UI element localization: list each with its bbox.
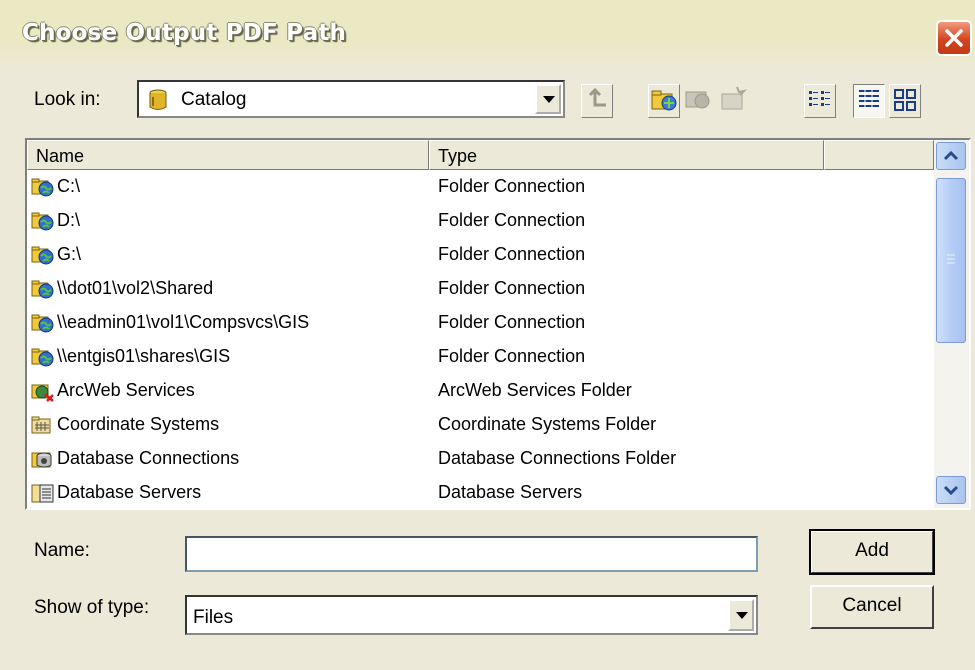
disconnect-folder-button[interactable] <box>682 84 714 118</box>
list-item[interactable]: G:\ Folder Connection <box>27 238 932 272</box>
show-of-type-combo[interactable]: Files <box>185 595 758 635</box>
thumbnails-view-button[interactable] <box>889 84 921 118</box>
coordinate-systems-icon <box>31 414 55 436</box>
scroll-thumb[interactable] <box>936 178 966 343</box>
list-item-name: C:\ <box>57 176 81 196</box>
list-item-type: Database Connections Folder <box>438 448 677 468</box>
look-in-dropdown-button[interactable] <box>535 84 561 114</box>
look-in-combo[interactable]: Catalog <box>137 80 565 118</box>
new-folder-icon <box>721 86 748 110</box>
list-item-type: Coordinate Systems Folder <box>438 414 657 434</box>
column-header-extra[interactable] <box>824 140 934 170</box>
list-view-icon <box>809 91 830 106</box>
database-servers-icon <box>31 482 55 504</box>
show-of-type-label: Show of type: <box>34 597 150 618</box>
list-view-button[interactable] <box>804 84 836 118</box>
list-item-type: Folder Connection <box>438 210 586 230</box>
list-item[interactable]: ArcWeb Services ArcWeb Services Folder <box>27 374 932 408</box>
look-in-label: Look in: <box>34 89 101 110</box>
list-item[interactable]: Database Connections Database Connections… <box>27 442 932 476</box>
folder-connection-icon <box>31 312 55 334</box>
close-button[interactable] <box>936 20 972 56</box>
thumbnails-view-icon <box>894 89 916 111</box>
cancel-button[interactable]: Cancel <box>810 585 934 629</box>
list-item-type: Folder Connection <box>438 312 586 332</box>
column-header-type[interactable]: Type <box>429 140 824 170</box>
vertical-scrollbar[interactable] <box>934 140 969 508</box>
list-item-name: Database Connections <box>57 448 240 468</box>
chevron-down-icon <box>736 612 748 619</box>
title-bar: Choose Output PDF Path <box>0 0 975 70</box>
disconnect-folder-icon <box>685 91 710 109</box>
up-arrow-icon <box>588 87 606 107</box>
list-item[interactable]: \\dot01\vol2\Shared Folder Connection <box>27 272 932 306</box>
database-connections-icon <box>31 448 55 470</box>
chevron-down-icon <box>543 96 555 103</box>
list-item-name: Coordinate Systems <box>57 414 220 434</box>
list-item-name: D:\ <box>57 210 81 230</box>
list-item-name: ArcWeb Services <box>57 380 195 400</box>
show-of-type-value: Files <box>193 607 234 628</box>
up-one-level-button[interactable] <box>581 84 613 118</box>
list-item[interactable]: Coordinate Systems Coordinate Systems Fol… <box>27 408 932 442</box>
connect-folder-icon <box>651 90 677 111</box>
list-item-type: Folder Connection <box>438 176 586 196</box>
chevron-up-icon <box>943 150 959 161</box>
list-item[interactable]: D:\ Folder Connection <box>27 204 932 238</box>
list-item-name: \\eadmin01\vol1\Compsvcs\GIS <box>57 312 310 332</box>
connect-to-folder-button[interactable] <box>648 84 680 118</box>
list-item[interactable]: \\eadmin01\vol1\Compsvcs\GIS Folder Conne… <box>27 306 932 340</box>
folder-connection-icon <box>31 176 55 198</box>
new-folder-button[interactable] <box>717 84 749 118</box>
folder-connection-icon <box>31 346 55 368</box>
list-item-type: Folder Connection <box>438 244 586 264</box>
list-item-name: \\entgis01\shares\GIS <box>57 346 231 366</box>
column-header-name[interactable]: Name <box>27 140 429 170</box>
list-item-type: Database Servers <box>438 482 583 502</box>
list-item[interactable]: Database Servers Database Servers <box>27 476 932 508</box>
list-item[interactable]: \\entgis01\shares\GIS Folder Connection <box>27 340 932 374</box>
details-view-icon <box>859 89 879 109</box>
list-item-type: Folder Connection <box>438 278 586 298</box>
chevron-down-icon <box>943 485 959 496</box>
list-item[interactable]: C:\ Folder Connection <box>27 170 932 204</box>
show-of-type-dropdown-button[interactable] <box>728 599 754 631</box>
name-label: Name: <box>34 540 90 561</box>
close-icon <box>945 29 963 47</box>
list-item-name: Database Servers <box>57 482 202 502</box>
grip-icon <box>947 254 955 264</box>
folder-connection-icon <box>31 244 55 266</box>
catalog-list[interactable]: Name Type C:\ Folder Connection D:\ Folder … <box>25 138 971 510</box>
window-title: Choose Output PDF Path <box>22 20 347 46</box>
folder-connection-icon <box>31 278 55 300</box>
scroll-up-button[interactable] <box>936 142 966 170</box>
add-button[interactable]: Add <box>809 529 935 575</box>
folder-connection-icon <box>31 210 55 232</box>
list-item-type: ArcWeb Services Folder <box>438 380 632 400</box>
list-item-name: \\dot01\vol2\Shared <box>57 278 214 298</box>
name-input[interactable] <box>185 536 758 572</box>
list-item-name: G:\ <box>57 244 82 264</box>
list-item-type: Folder Connection <box>438 346 586 366</box>
catalog-icon <box>149 89 167 110</box>
look-in-value: Catalog <box>181 89 247 110</box>
details-view-button[interactable] <box>853 84 885 118</box>
scroll-down-button[interactable] <box>936 476 966 504</box>
arcweb-services-icon <box>31 380 55 402</box>
